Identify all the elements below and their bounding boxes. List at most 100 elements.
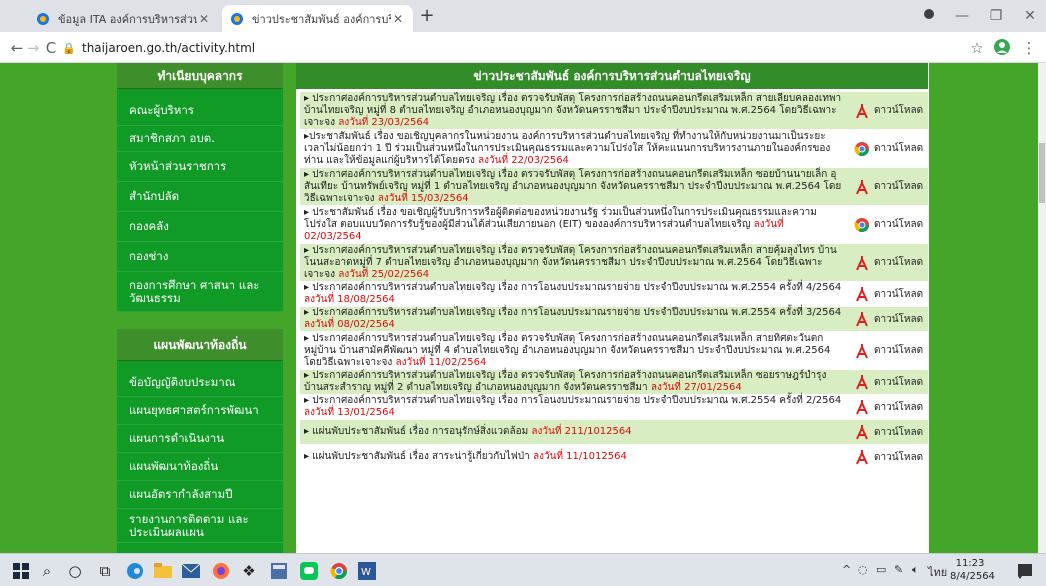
news-row-text[interactable]: ▸ ประกาศองค์การบริหารส่วนตำบลไทยเจริญ เร… <box>300 369 848 395</box>
news-row[interactable]: ▸ ประกาศองค์การบริหารส่วนตำบลไทยเจริญ เร… <box>300 332 928 370</box>
sidebar-item-office[interactable]: สำนักปลัด <box>117 182 283 212</box>
news-row[interactable]: ▸ ประกาศองค์การบริหารส่วนตำบลไทยเจริญ เร… <box>300 370 928 395</box>
url-text: thaijaroen.go.th/activity.html <box>82 41 256 55</box>
news-row-text[interactable]: ▸ ประกาศองค์การบริหารส่วนตำบลไทยเจริญ เร… <box>300 168 848 206</box>
news-row[interactable]: ▸ ประกาศองค์การบริหารส่วนตำบลไทยเจริญ เร… <box>300 282 928 307</box>
sidebar-item-operations[interactable]: แผนการดำเนินงาน <box>117 425 283 453</box>
download-link[interactable]: ดาวน์โหลด <box>848 179 928 195</box>
download-link[interactable]: ดาวน์โหลด <box>848 343 928 359</box>
close-window-icon[interactable]: ✕ <box>1020 6 1040 26</box>
sidebar-item-council[interactable]: สมาชิกสภา อบต. <box>117 126 283 152</box>
volume-icon[interactable]: 🔈︎ <box>912 563 919 577</box>
news-row[interactable]: ▸ประชาสัมพันธ์ เรื่อง ขอเชิญบุคลากรในหน่… <box>300 130 928 168</box>
search-icon[interactable]: ⌕ <box>36 560 58 582</box>
language-indicator[interactable]: ไทย <box>928 563 947 581</box>
download-link[interactable]: ดาวน์โหลด <box>848 311 928 327</box>
dropbox-icon[interactable]: ❖ <box>238 560 260 582</box>
file-explorer-icon[interactable] <box>152 560 174 582</box>
restore-icon[interactable]: ❐ <box>986 6 1006 26</box>
firefox-icon[interactable] <box>210 560 232 582</box>
news-row[interactable]: ▸ ประกาศองค์การบริหารส่วนตำบลไทยเจริญ เร… <box>300 92 928 130</box>
sidebar-item-finance[interactable]: กองคลัง <box>117 212 283 242</box>
news-row-text[interactable]: ▸ ประกาศองค์การบริหารส่วนตำบลไทยเจริญ เร… <box>300 332 848 370</box>
mail-icon[interactable] <box>180 560 202 582</box>
download-link[interactable]: ดาวน์โหลด <box>848 141 928 157</box>
browser-tab-news[interactable]: ข่าวประชาสัมพันธ์ องค์การบริหารส่วนต ✕ <box>222 5 413 32</box>
line-icon[interactable] <box>298 560 320 582</box>
news-row-text[interactable]: ▸ ประชาสัมพันธ์ เรื่อง ขอเชิญผู้รับบริกา… <box>300 206 848 244</box>
sidebar-item-budget[interactable]: ข้อบัญญัติงบประมาณ <box>117 369 283 397</box>
sidebar-item-local-plan[interactable]: แผนพัฒนาท้องถิ่น <box>117 453 283 481</box>
download-link[interactable]: ดาวน์โหลด <box>848 217 928 233</box>
browser-menu-icon[interactable]: ⋮ <box>1020 39 1038 57</box>
download-link[interactable]: ดาวน์โหลด <box>848 374 928 390</box>
news-date: ลงวันที่ 211/1012564 <box>531 426 632 437</box>
news-date: ลงวันที่ 22/03/2564 <box>478 154 569 166</box>
news-row-text[interactable]: ▸ ประกาศองค์การบริหารส่วนตำบลไทยเจริญ เร… <box>300 281 848 307</box>
news-row[interactable]: ▸ ประกาศองค์การบริหารส่วนตำบลไทยเจริญ เร… <box>300 395 928 420</box>
news-row[interactable]: ▸ ประกาศองค์การบริหารส่วนตำบลไทยเจริญ เร… <box>300 168 928 206</box>
url-field[interactable]: 🔒 thaijaroen.go.th/activity.html <box>62 36 942 60</box>
calculator-icon[interactable] <box>268 560 290 582</box>
tab-close-icon[interactable]: ✕ <box>197 12 211 26</box>
task-view-icon[interactable]: ⧉ <box>94 560 116 582</box>
network-icon[interactable]: ◌ <box>858 563 868 576</box>
minimize-icon[interactable]: — <box>952 6 972 26</box>
edge-icon[interactable] <box>124 560 146 582</box>
pdf-icon <box>854 399 870 415</box>
download-link[interactable]: ดาวน์โหลด <box>848 399 928 415</box>
pdf-icon <box>854 103 870 119</box>
start-windows-icon[interactable] <box>10 560 32 582</box>
news-row-text[interactable]: ▸ประชาสัมพันธ์ เรื่อง ขอเชิญบุคลากรในหน่… <box>300 130 848 168</box>
news-row-text[interactable]: ▸ แผ่นพับประชาสัมพันธ์ เรื่อง การอนุรักษ… <box>300 425 848 439</box>
sidebar-item-department-heads[interactable]: หัวหน้าส่วนราชการ <box>117 152 283 182</box>
download-link[interactable]: ดาวน์โหลด <box>848 424 928 440</box>
download-link[interactable]: ดาวน์โหลด <box>848 255 928 271</box>
profile-menu-icon[interactable] <box>919 6 939 26</box>
news-row[interactable]: ▸ ประกาศองค์การบริหารส่วนตำบลไทยเจริญ เร… <box>300 307 928 332</box>
chrome-icon[interactable] <box>328 560 350 582</box>
news-row[interactable]: ▸ ประชาสัมพันธ์ เรื่อง ขอเชิญผู้รับบริกา… <box>300 206 928 244</box>
sidebar-item-manpower[interactable]: แผนอัตรากำลังสามปี <box>117 481 283 509</box>
news-row-text[interactable]: ▸ แผ่นพับประชาสัมพันธ์ เรื่อง สาระน่ารู้… <box>300 450 848 464</box>
news-row-text[interactable]: ▸ ประกาศองค์การบริหารส่วนตำบลไทยเจริญ เร… <box>300 306 848 332</box>
gutter-background <box>283 63 296 553</box>
chrome-icon <box>854 217 870 233</box>
reload-icon[interactable]: C <box>42 39 60 57</box>
page-scrollbar[interactable] <box>1038 63 1046 553</box>
sidebar-item-engineering[interactable]: กองช่าง <box>117 242 283 272</box>
download-label: ดาวน์โหลด <box>874 105 924 116</box>
clock[interactable]: 11:23 8/4/2564 <box>950 557 995 583</box>
news-row-text[interactable]: ▸ ประกาศองค์การบริหารส่วนตำบลไทยเจริญ เร… <box>300 244 848 282</box>
notifications-icon[interactable] <box>1014 560 1036 582</box>
download-link[interactable]: ดาวน์โหลด <box>848 103 928 119</box>
forward-arrow-icon[interactable]: → <box>24 39 42 57</box>
download-label: ดาวน์โหลด <box>874 451 924 463</box>
news-row[interactable]: ▸ ประกาศองค์การบริหารส่วนตำบลไทยเจริญ เร… <box>300 244 928 282</box>
news-row-text[interactable]: ▸ ประกาศองค์การบริหารส่วนตำบลไทยเจริญ เร… <box>300 92 848 130</box>
sidebar-item-executives[interactable]: คณะผู้บริหาร <box>117 97 283 126</box>
bookmark-star-icon[interactable]: ☆ <box>968 39 986 57</box>
sidebar-header-plans: แผนพัฒนาท้องถิ่น <box>117 329 283 361</box>
pdf-icon <box>854 343 870 359</box>
news-row[interactable]: ▸ แผ่นพับประชาสัมพันธ์ เรื่อง การอนุรักษ… <box>300 420 928 445</box>
tab-title: ข้อมูล ITA องค์การบริหารส่วนตำบลไทย <box>58 12 197 26</box>
news-row-text[interactable]: ▸ ประกาศองค์การบริหารส่วนตำบลไทยเจริญ เร… <box>300 394 848 420</box>
news-row[interactable]: ▸ แผ่นพับประชาสัมพันธ์ เรื่อง สาระน่ารู้… <box>300 445 928 470</box>
pen-icon[interactable]: ✎ <box>894 563 903 576</box>
tab-close-icon[interactable]: ✕ <box>391 12 405 26</box>
news-title: ▸ ประกาศองค์การบริหารส่วนตำบลไทยเจริญ เร… <box>304 395 842 406</box>
download-link[interactable]: ดาวน์โหลด <box>848 286 928 302</box>
sidebar-item-evaluation[interactable]: รายงานการติดตาม และประเมินผลแผน <box>117 509 283 543</box>
battery-icon[interactable]: ▭ <box>876 563 886 576</box>
scrollbar-thumb[interactable] <box>1039 143 1045 203</box>
tray-chevron-icon[interactable]: ^ <box>842 563 851 576</box>
cortana-icon[interactable]: ○ <box>64 560 86 582</box>
download-link[interactable]: ดาวน์โหลด <box>848 449 928 465</box>
new-tab-button[interactable]: + <box>418 7 436 26</box>
sidebar-item-education[interactable]: กองการศึกษา ศาสนา และวัฒนธรรม <box>117 272 283 312</box>
profile-avatar-icon[interactable] <box>993 39 1011 57</box>
word-icon[interactable]: W <box>356 560 378 582</box>
browser-tab-ita[interactable]: ข้อมูล ITA องค์การบริหารส่วนตำบลไทย ✕ <box>28 5 219 32</box>
sidebar-item-strategy[interactable]: แผนยุทธศาสตร์การพัฒนา <box>117 397 283 425</box>
